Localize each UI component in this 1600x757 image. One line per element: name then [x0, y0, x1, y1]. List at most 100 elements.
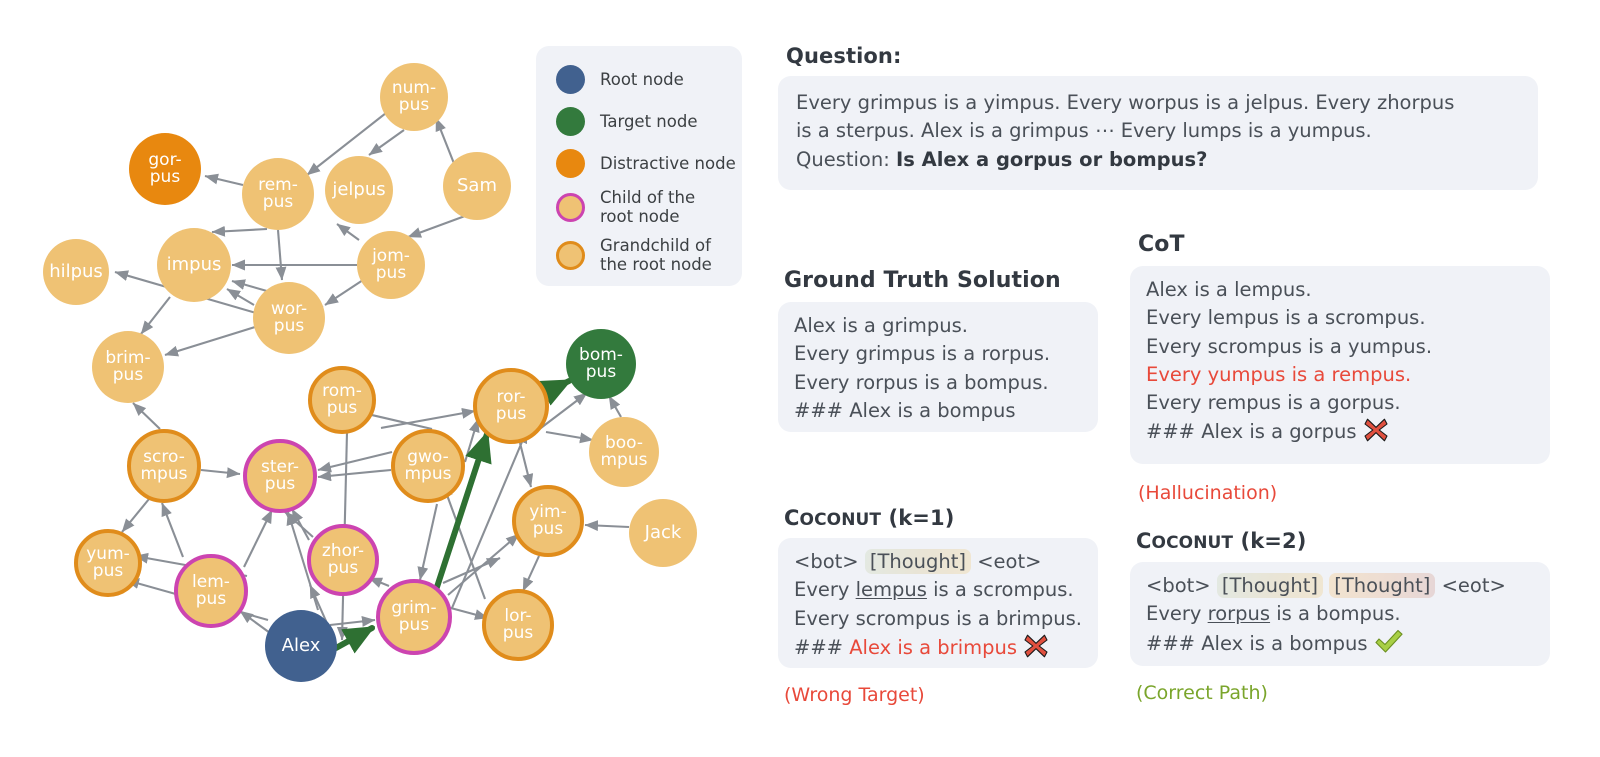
question-heading-colon: :: [892, 44, 902, 68]
graph-node-label: Alex: [281, 634, 321, 656]
graph-node-jelpus[interactable]: jelpus: [325, 156, 393, 224]
graph-node-gwompus[interactable]: gwo-mpus: [391, 429, 465, 503]
legend-label-grandchild-node: Grandchild of the root node: [600, 236, 712, 275]
graph-node-Alex[interactable]: Alex: [265, 610, 337, 682]
graph-node-yumpus[interactable]: yum-pus: [74, 529, 142, 597]
graph-node-lempus[interactable]: lem-pus: [174, 554, 248, 628]
child-node-swatch-icon: [556, 192, 585, 222]
graph-node-hilpus[interactable]: hilpus: [43, 239, 109, 305]
graph-node-label: jelpus: [332, 178, 386, 200]
graph-node-brimpus[interactable]: brim-pus: [92, 331, 164, 403]
graph-node-label: impus: [166, 253, 222, 275]
graph-node-label: scro-mpus: [140, 446, 188, 484]
graph-node-rompus[interactable]: rom-pus: [308, 366, 376, 434]
question-box: Every grimpus is a yimpus. Every worpus …: [778, 76, 1538, 190]
cot-line: Every rempus is a gorpus.: [1146, 391, 1401, 415]
graph-node-Jack[interactable]: Jack: [629, 499, 697, 567]
coconut-k1-title-tail: (k=1): [881, 506, 955, 530]
cot-line: Every lempus is a scrompus.: [1146, 306, 1426, 330]
ground-truth-line: Every grimpus is a rorpus.: [794, 342, 1051, 366]
thought-token: [Thought]: [1329, 573, 1436, 598]
ground-truth-title: Ground Truth Solution: [784, 268, 1061, 293]
cot-box: Alex is a lempus. Every lempus is a scro…: [1130, 266, 1550, 464]
figure-root: num-pus gor-pus rem-pus jelpus Sam hilpus impu…: [0, 0, 1600, 757]
question-line-1: Every grimpus is a yimpus. Every worpus …: [796, 91, 1455, 114]
coconut-k1-line-pre: Every: [794, 578, 856, 602]
cot-line-hallucinated: Every yumpus is a rempus.: [1146, 362, 1412, 386]
graph-node-worpus[interactable]: wor-pus: [253, 282, 325, 354]
legend-label-root-node: Root node: [600, 69, 684, 89]
cot-line: Alex is a lempus.: [1146, 278, 1312, 301]
graph-node-scrompus[interactable]: scro-mpus: [127, 429, 201, 503]
coconut-k2-caption: (Correct Path): [1136, 682, 1268, 704]
graph-node-label: rom-pus: [322, 380, 362, 418]
coconut-k1-answer-text: Alex is a brimpus: [849, 635, 1017, 659]
coconut-k1-title-first: C: [784, 506, 800, 530]
ground-truth-line: ### Alex is a bompus: [794, 398, 1016, 422]
cot-answer-text: ### Alex is a gorpus: [1146, 420, 1357, 444]
graph-node-jompus[interactable]: jom-pus: [357, 231, 425, 299]
graph-node-label: yim-pus: [529, 501, 567, 539]
cot-title: CoT: [1138, 232, 1185, 257]
graph-node-impus[interactable]: impus: [157, 228, 231, 302]
graph-node-rorpus[interactable]: ror-pus: [473, 368, 549, 444]
coconut-k2-token-line: <bot> [Thought] [Thought] <eot>: [1146, 572, 1534, 600]
legend-item-grandchild-node: Grandchild of the root node: [556, 236, 712, 274]
graph-node-label: grim-pus: [391, 597, 437, 635]
coconut-k2-title-rest: OCONUT: [1151, 533, 1234, 553]
graph-node-label: zhor-pus: [321, 540, 365, 578]
graph-node-bompus[interactable]: bom-pus: [566, 329, 636, 399]
legend-item-root-node: Root node: [556, 65, 684, 94]
coconut-k2-answer-line: ### Alex is a bompus: [1146, 629, 1534, 663]
ground-truth-line: Alex is a grimpus.: [794, 314, 968, 337]
explanation-panel: Question: Every grimpus is a yimpus. Eve…: [770, 0, 1600, 757]
graph-node-lorpus[interactable]: lor-pus: [482, 589, 554, 661]
question-prompt-line: Question: Is Alex a gorpus or bompus?: [796, 146, 1520, 174]
coconut-k1-line: Every lempus is a scrompus.: [794, 576, 1082, 604]
question-heading: Question:: [786, 44, 901, 68]
cot-caption: (Hallucination): [1138, 482, 1278, 504]
legend: Root node Target node Distractive node C…: [536, 46, 742, 286]
cot-line: Every scrompus is a yumpus.: [1146, 334, 1433, 358]
coconut-k1-title-rest: OCONUT: [799, 510, 882, 530]
coconut-k2-title: COCONUT (k=2): [1136, 529, 1306, 553]
graph-node-label: lem-pus: [192, 571, 230, 609]
graph-node-boompus[interactable]: boo-mpus: [589, 417, 659, 487]
legend-label-distractive-node: Distractive node: [600, 153, 736, 173]
graph-node-gorpus[interactable]: gor-pus: [129, 133, 201, 205]
graph-node-label: ror-pus: [495, 386, 527, 424]
coconut-k2-title-tail: (k=2): [1233, 529, 1307, 553]
graph-node-label: num-pus: [391, 77, 437, 115]
graph-node-label: hilpus: [49, 260, 103, 282]
graph-node-label: wor-pus: [270, 298, 308, 336]
graph-node-zhorpus[interactable]: zhor-pus: [307, 524, 379, 596]
coconut-k1-line: Every scrompus is a brimpus.: [794, 606, 1082, 630]
coconut-k1-answer-prefix: ###: [794, 635, 850, 659]
coconut-k2-line: Every rorpus is a bompus.: [1146, 600, 1534, 628]
ground-truth-line: Every rorpus is a bompus.: [794, 370, 1049, 394]
legend-label-target-node: Target node: [600, 111, 698, 131]
root-node-swatch-icon: [556, 65, 585, 94]
graph-node-label: Jack: [644, 521, 682, 543]
graph-node-rempus[interactable]: rem-pus: [242, 158, 314, 230]
question-line-2: is a sterpus. Alex is a grimpus ⋯ Every …: [796, 119, 1372, 143]
legend-item-distractive-node: Distractive node: [556, 149, 736, 178]
graph-node-label: Sam: [457, 174, 497, 196]
graph-node-Sam[interactable]: Sam: [443, 152, 511, 220]
graph-node-numpus[interactable]: num-pus: [380, 63, 448, 131]
knowledge-graph-panel: num-pus gor-pus rem-pus jelpus Sam hilpus impu…: [0, 0, 770, 757]
graph-node-label: gor-pus: [148, 149, 182, 187]
coconut-k1-token-line: <bot> [Thought] <eot>: [794, 548, 1082, 576]
question-prompt-bold: Is Alex a gorpus or bompus?: [896, 147, 1208, 171]
graph-node-grimpus[interactable]: grim-pus: [376, 579, 452, 655]
eot-token: <eot>: [977, 550, 1042, 573]
graph-node-label: yum-pus: [86, 543, 130, 581]
check-mark-icon: [1374, 629, 1404, 663]
coconut-k2-line-post: is a bompus.: [1270, 602, 1401, 626]
cot-answer-line: ### Alex is a gorpus: [1146, 417, 1534, 451]
graph-node-yimpus[interactable]: yim-pus: [512, 485, 584, 557]
graph-node-label: gwo-mpus: [404, 446, 452, 484]
coconut-k2-title-first: C: [1136, 529, 1152, 553]
target-node-swatch-icon: [556, 107, 585, 136]
graph-node-sterpus[interactable]: ster-pus: [243, 439, 317, 513]
